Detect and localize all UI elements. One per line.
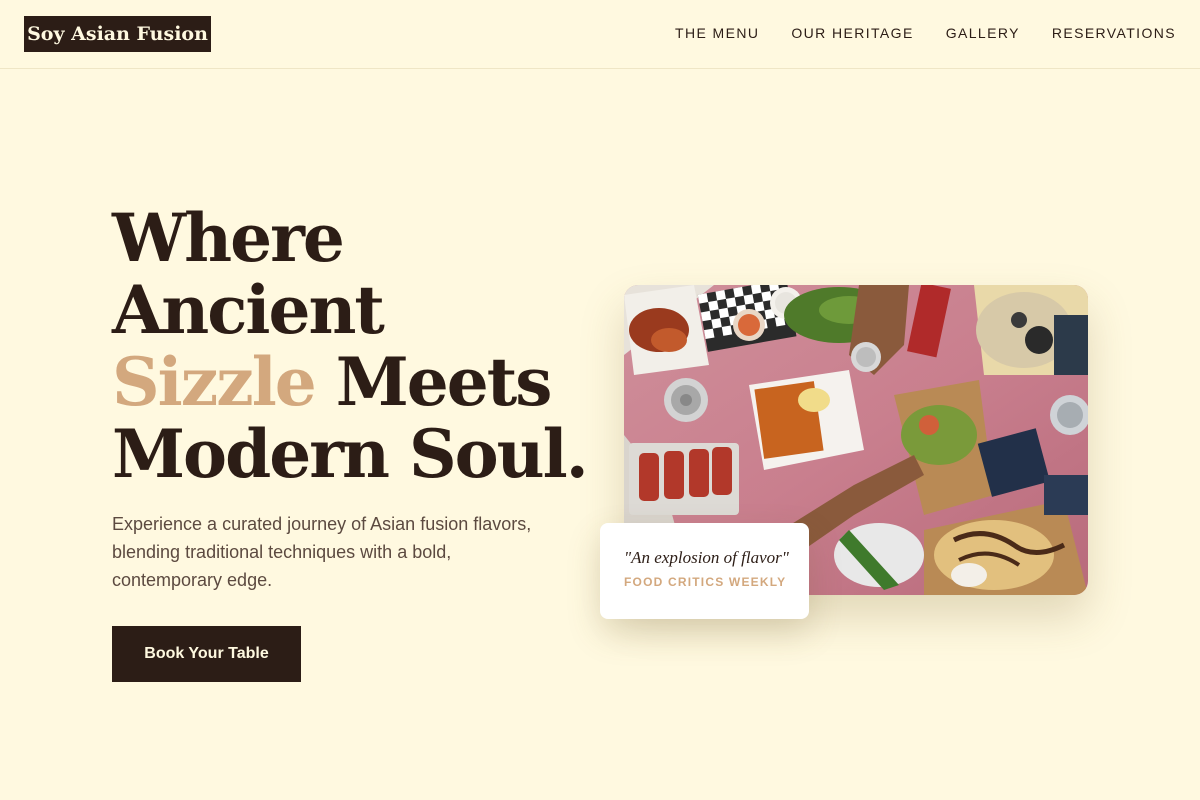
nav-link-menu[interactable]: THE MENU [675, 22, 759, 44]
headline-line-4: Modern Soul. [112, 415, 589, 493]
testimonial-card: "An explosion of flavor" FOOD CRITICS WE… [600, 523, 809, 619]
headline-accent-word: Sizzle [112, 343, 317, 421]
testimonial-quote: "An explosion of flavor" [624, 548, 789, 567]
headline-line-2: Ancient [112, 271, 385, 349]
book-table-button[interactable]: Book Your Table [112, 626, 301, 682]
headline-line-1: Where [112, 199, 345, 277]
main-nav: THE MENU OUR HERITAGE GALLERY RESERVATIO… [675, 22, 1176, 44]
headline-line-3: Sizzle Meets [112, 346, 582, 418]
hero-subtext: Experience a curated journey of Asian fu… [112, 514, 532, 590]
hero-headline: Where Ancient Sizzle Meets Modern Soul. [112, 199, 589, 493]
nav-link-reservations[interactable]: RESERVATIONS [1052, 22, 1176, 44]
headline-line-3-rest: Meets [314, 343, 553, 421]
site-header: Soy Asian Fusion THE MENU OUR HERITAGE G… [0, 0, 1200, 69]
nav-link-heritage[interactable]: OUR HERITAGE [791, 22, 913, 44]
brand-logo[interactable]: Soy Asian Fusion [24, 16, 211, 52]
nav-link-gallery[interactable]: GALLERY [946, 22, 1020, 44]
testimonial-source: FOOD CRITICS WEEKLY [624, 575, 787, 589]
